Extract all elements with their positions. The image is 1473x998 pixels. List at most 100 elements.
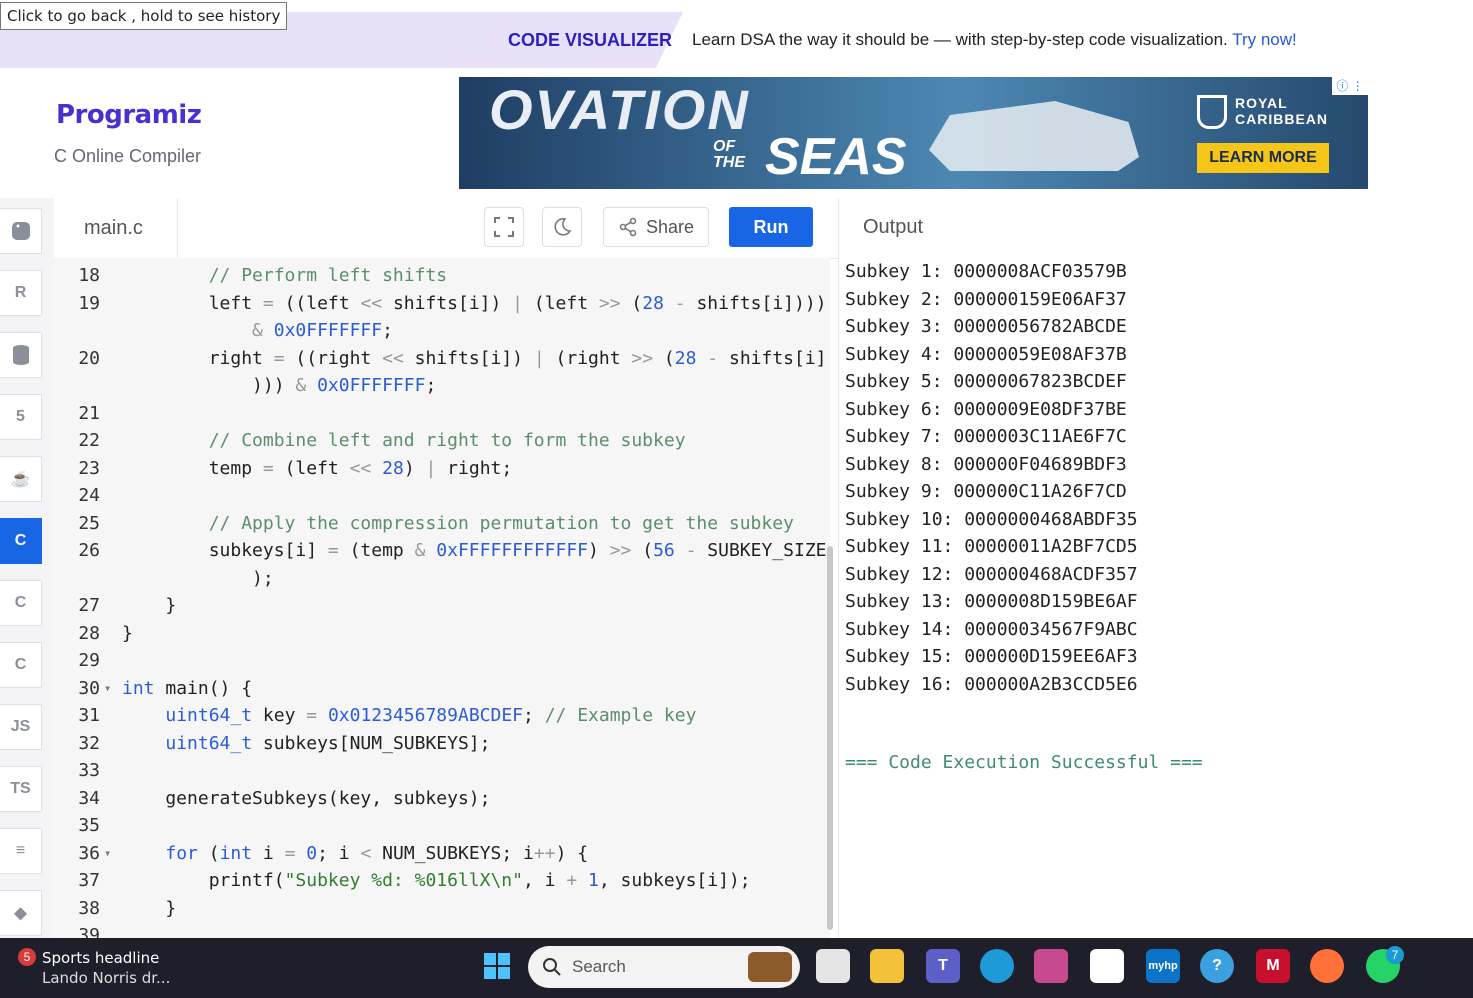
code-line[interactable]: 19 left = ((left << shifts[i]) | (left >… <box>54 290 830 317</box>
sql-icon[interactable] <box>0 332 42 378</box>
fullscreen-icon[interactable] <box>484 207 524 247</box>
js-icon[interactable]: JS <box>0 704 42 750</box>
ad-brand: ROYAL CARIBBEAN <box>1235 95 1328 127</box>
code-editor[interactable]: 18 // Perform left shifts 19 left = ((lef… <box>54 258 830 938</box>
html-icon[interactable]: 5 <box>0 394 42 440</box>
programiz-logo[interactable]: Programiz <box>56 100 202 130</box>
news-widget[interactable]: Sports headline Lando Norris dr... <box>42 948 170 988</box>
cpp-icon[interactable]: C <box>0 580 42 626</box>
code-text: left = ((left << shifts[i]) | (left >> (… <box>122 292 827 314</box>
file-explorer-icon[interactable] <box>870 949 904 983</box>
code-line[interactable]: 27 } <box>54 592 830 619</box>
code-line[interactable]: & 0x0FFFFFFF; <box>54 317 830 344</box>
code-line[interactable]: ))) & 0x0FFFFFFF; <box>54 372 830 399</box>
line-number: 38 <box>78 897 100 919</box>
output-line: Subkey 6: 0000009E08DF37BE <box>845 398 1127 420</box>
code-line[interactable]: 22 // Combine left and right to form the… <box>54 427 830 454</box>
fold-arrow-icon[interactable]: ▾ <box>104 675 111 702</box>
ad-brand-line1: ROYAL <box>1235 95 1288 111</box>
editor-scrollbar[interactable] <box>827 546 833 930</box>
try-now-link[interactable]: Try now! <box>1232 30 1297 49</box>
output-line: Subkey 8: 000000F04689BDF3 <box>845 453 1127 475</box>
line-number: 35 <box>78 815 100 836</box>
news-subtitle: Lando Norris dr... <box>42 969 171 987</box>
code-line[interactable]: 25 // Apply the compression permutation … <box>54 510 830 537</box>
windows-start-icon[interactable] <box>480 949 514 983</box>
csharp-icon[interactable]: C <box>0 642 42 688</box>
code-line[interactable]: 35 <box>54 812 830 839</box>
code-line[interactable]: 37 printf("Subkey %d: %016llX\n", i + 1,… <box>54 867 830 894</box>
code-line[interactable]: 26 subkeys[i] = (temp & 0xFFFFFFFFFFFF) … <box>54 537 830 564</box>
news-badge: 5 <box>18 948 36 966</box>
output-line: Subkey 15: 000000D159EE6AF3 <box>845 646 1138 667</box>
edge-icon[interactable] <box>980 949 1014 983</box>
output-line: Subkey 10: 0000000468ABDF35 <box>845 508 1138 530</box>
output-line: Subkey 14: 00000034567F9ABC <box>845 618 1138 640</box>
code-line[interactable]: 39 <box>54 922 830 938</box>
dark-mode-icon[interactable] <box>542 207 582 247</box>
advertisement[interactable]: OVATION OF THE SEAS ROYAL CARIBBEAN LEARN … <box>459 77 1368 189</box>
output-line: Subkey 12: 000000468ACDF357 <box>845 563 1138 585</box>
ts-icon[interactable]: TS <box>0 766 42 812</box>
code-line[interactable]: 28} <box>54 620 830 647</box>
line-number: 22 <box>78 430 100 451</box>
code-line[interactable]: 30 ▾ int main() { <box>54 675 830 702</box>
output-line: Subkey 4: 00000059E08AF37B <box>845 343 1127 365</box>
code-line[interactable]: 32 uint64_t subkeys[NUM_SUBKEYS]; <box>54 730 830 757</box>
store-icon[interactable] <box>1090 949 1124 983</box>
code-text: } <box>122 897 177 919</box>
firefox-icon[interactable] <box>1310 949 1344 983</box>
output-header: Output <box>838 198 1473 259</box>
r-icon[interactable]: R <box>0 270 42 316</box>
code-line[interactable]: 20 right = ((right << shifts[i]) | (righ… <box>54 345 830 372</box>
output-line: Subkey 13: 0000008D159BE6AF <box>845 591 1138 612</box>
code-line[interactable]: 38 } <box>54 895 830 922</box>
copilot-icon[interactable] <box>1034 949 1068 983</box>
taskbar-search[interactable]: Search <box>528 946 800 988</box>
output-line: Subkey 9: 000000C11A26F7CD <box>845 481 1127 502</box>
code-visualizer-label[interactable]: CODE VISUALIZER <box>508 30 672 51</box>
code-line[interactable]: 34 generateSubkeys(key, subkeys); <box>54 785 830 812</box>
python-icon[interactable] <box>0 208 42 254</box>
code-text: ))) & 0x0FFFFFFF; <box>122 375 437 396</box>
ad-headline: OVATION <box>489 78 750 141</box>
help-icon[interactable]: ? <box>1200 949 1234 983</box>
code-line[interactable]: 33 <box>54 757 830 784</box>
line-number: 27 <box>78 595 100 616</box>
teams-icon[interactable]: T <box>926 949 960 983</box>
code-line[interactable]: 36 ▾ for (int i = 0; i < NUM_SUBKEYS; i++… <box>54 840 830 867</box>
code-line[interactable]: 31 uint64_t key = 0x0123456789ABCDEF; //… <box>54 702 830 729</box>
code-line[interactable]: 18 // Perform left shifts <box>54 262 830 289</box>
line-number: 39 <box>78 925 100 938</box>
task-view-icon[interactable] <box>816 949 850 983</box>
code-line[interactable]: 29 <box>54 647 830 674</box>
output-line: Subkey 1: 0000008ACF03579B <box>845 261 1127 282</box>
code-text: for (int i = 0; i < NUM_SUBKEYS; i++) { <box>165 842 589 864</box>
code-text: generateSubkeys(key, subkeys); <box>122 787 491 809</box>
code-line[interactable]: 24 <box>54 482 830 509</box>
code-line[interactable]: 21 <box>54 400 830 427</box>
ad-info-icon[interactable]: ⓘ ⋮ <box>1332 77 1368 95</box>
go-icon[interactable]: ◆ <box>0 890 42 936</box>
code-line[interactable]: 23 temp = (left << 28) | right; <box>54 455 830 482</box>
code-text: // Apply the compression permutation to … <box>208 512 794 534</box>
file-tab[interactable]: main.c <box>54 198 178 258</box>
java-icon[interactable]: ☕ <box>0 456 42 502</box>
crown-icon <box>1197 95 1227 129</box>
search-label: Search <box>572 957 626 976</box>
myhp-icon[interactable]: myhp <box>1146 949 1180 983</box>
swift-icon[interactable]: ≡ <box>0 828 42 874</box>
share-button[interactable]: Share <box>603 207 709 247</box>
line-number: 37 <box>78 870 100 891</box>
mcafee-icon[interactable]: M <box>1256 949 1290 983</box>
c-icon[interactable]: C <box>0 518 42 564</box>
run-button[interactable]: Run <box>729 207 813 247</box>
line-number: 34 <box>78 787 100 809</box>
search-highlight-image <box>748 952 792 982</box>
fold-arrow-icon[interactable]: ▾ <box>104 840 111 867</box>
code-text: uint64_t subkeys[NUM_SUBKEYS]; <box>165 732 491 754</box>
learn-more-button[interactable]: LEARN MORE <box>1197 143 1329 173</box>
code-line[interactable]: ); <box>54 565 830 592</box>
editor-toolbar: main.c Share Run <box>54 198 838 259</box>
share-icon <box>619 217 637 237</box>
